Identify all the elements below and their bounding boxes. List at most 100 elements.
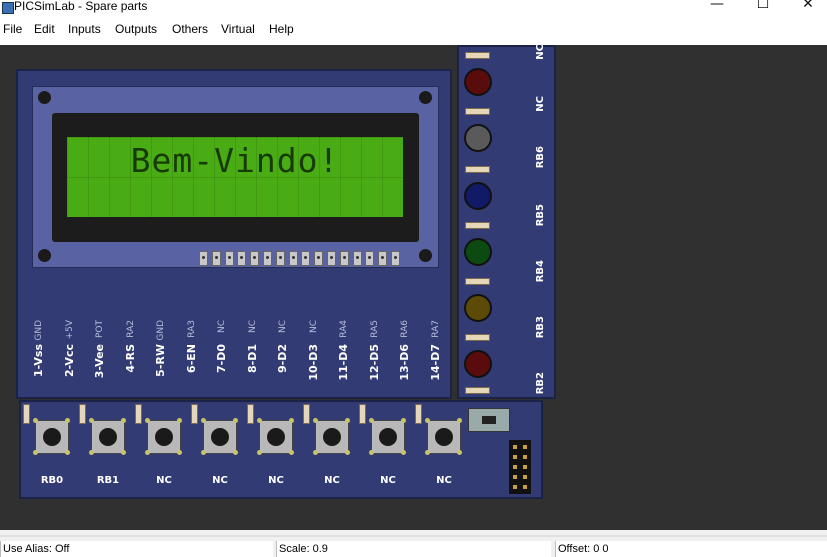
push-button[interactable] — [33, 418, 70, 455]
button-leg — [257, 418, 262, 423]
lcd-pin-signal: GND — [34, 320, 44, 341]
push-button[interactable] — [369, 418, 406, 455]
lcd-pin — [224, 251, 234, 266]
button-leg — [257, 450, 262, 455]
led-indicator — [464, 294, 492, 322]
app-icon — [2, 2, 14, 14]
maximize-button[interactable]: ☐ — [740, 0, 786, 16]
button-cap[interactable] — [99, 428, 117, 446]
lcd-pin-signal: RA4 — [339, 320, 349, 338]
lcd-pin-name: 12-D5 — [367, 344, 381, 381]
button-leg — [313, 450, 318, 455]
lcd-pin — [250, 251, 260, 266]
button-leg — [89, 418, 94, 423]
lcd-pin-name: 9-D2 — [276, 344, 289, 374]
push-button[interactable] — [201, 418, 238, 455]
button-cap[interactable] — [155, 428, 173, 446]
header-pin — [523, 485, 527, 489]
header-pin — [513, 475, 517, 479]
button-leg — [201, 418, 206, 423]
button-leg — [145, 418, 150, 423]
led-label: RB2 — [535, 372, 546, 395]
button-cap[interactable] — [267, 428, 285, 446]
menu-inputs[interactable]: Inputs — [68, 22, 101, 36]
lcd-pin — [314, 251, 324, 266]
lcd-pin-signal: RA2 — [125, 320, 136, 338]
screw-icon — [419, 249, 432, 262]
lcd-screen: Bem-Vindo! — [67, 137, 403, 217]
lcd-pin-signal: NC — [308, 320, 319, 334]
resistor-icon — [465, 52, 490, 59]
led-label: RB5 — [535, 204, 546, 227]
lcd-pin-name: 11-D4 — [337, 344, 350, 381]
push-button[interactable] — [145, 418, 182, 455]
lcd-pin — [288, 251, 298, 266]
lcd-pin-signal: +5V — [64, 320, 75, 340]
lcd-pin — [352, 251, 362, 266]
button-cap[interactable] — [323, 428, 341, 446]
lcd-pin-signal: RA7 — [430, 320, 441, 338]
led-label: NC — [535, 44, 546, 60]
status-scale: Scale: 0.9 — [276, 541, 551, 557]
lcd-pin-signal: RA5 — [369, 320, 380, 338]
button-leg — [401, 450, 406, 455]
lcd-pin-name: 7-D0 — [215, 344, 228, 374]
button-cap[interactable] — [435, 428, 453, 446]
screw-icon — [38, 249, 51, 262]
led-label: RB6 — [535, 146, 546, 169]
push-button[interactable] — [313, 418, 350, 455]
lcd-pin-name: 4-RS — [123, 344, 137, 373]
led-label: RB4 — [535, 260, 546, 283]
menu-others[interactable]: Others — [172, 22, 208, 36]
lcd-pin — [327, 251, 336, 266]
button-leg — [313, 418, 318, 423]
lcd-pin — [391, 251, 400, 266]
lcd-pin — [378, 251, 388, 266]
header-pin — [523, 445, 527, 449]
push-button[interactable] — [89, 418, 126, 455]
button-label: NC — [212, 475, 228, 486]
button-label: RB0 — [40, 475, 64, 486]
minimize-button[interactable]: — — [694, 0, 740, 16]
button-cap[interactable] — [379, 428, 397, 446]
button-leg — [289, 418, 294, 423]
menu-edit[interactable]: Edit — [34, 22, 55, 36]
led-indicator — [464, 124, 492, 152]
button-leg — [425, 450, 430, 455]
button-leg — [345, 418, 350, 423]
lcd-pin — [199, 251, 208, 266]
push-button[interactable] — [425, 418, 462, 455]
lcd-pin-signal: GND — [156, 320, 166, 341]
push-button[interactable] — [257, 418, 294, 455]
button-leg — [457, 450, 462, 455]
resistor-icon — [465, 334, 490, 341]
button-leg — [89, 450, 94, 455]
button-leg — [33, 418, 38, 423]
button-label: NC — [436, 475, 452, 486]
button-leg — [401, 418, 406, 423]
status-alias: Use Alias: Off — [0, 541, 273, 557]
button-leg — [177, 418, 182, 423]
lcd-pin-signal: NC — [217, 320, 227, 334]
menu-outputs[interactable]: Outputs — [115, 22, 157, 36]
close-button[interactable]: ✕ — [785, 0, 827, 16]
header-pin — [513, 445, 517, 449]
header-pin — [513, 465, 517, 469]
lcd-pin — [365, 251, 375, 266]
resistor-icon — [465, 278, 490, 285]
button-cap[interactable] — [211, 428, 229, 446]
resistor-icon — [465, 387, 490, 394]
toggle-switch[interactable] — [468, 408, 510, 432]
lcd-pin-name: 2-Vcc — [62, 344, 76, 377]
switch-knob[interactable] — [482, 416, 496, 424]
lcd-pin-signal: NC — [247, 320, 258, 334]
menu-file[interactable]: File — [3, 22, 22, 36]
button-cap[interactable] — [43, 428, 61, 446]
menu-virtual[interactable]: Virtual — [221, 22, 255, 36]
menu-help[interactable]: Help — [269, 22, 294, 36]
screw-icon — [419, 91, 432, 104]
led-indicator — [464, 68, 492, 96]
lcd-text: Bem-Vindo! — [130, 141, 340, 180]
resistor-icon — [247, 404, 254, 424]
resistor-icon — [303, 404, 310, 424]
